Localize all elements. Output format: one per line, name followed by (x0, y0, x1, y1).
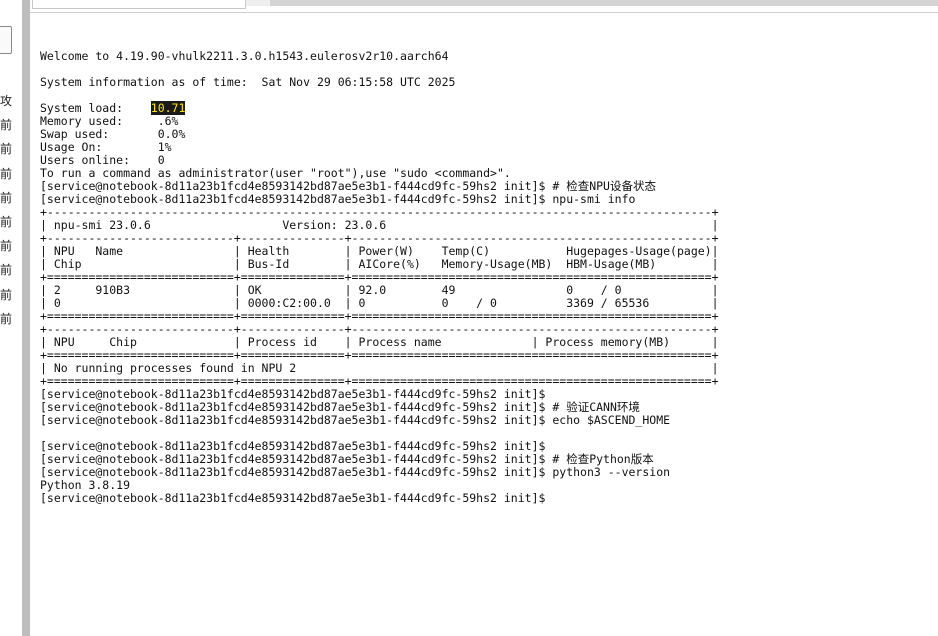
prompt-line-current[interactable]: [service@notebook-8d11a23b1fcd4e8593142b… (40, 492, 930, 505)
tab-terminal[interactable] (32, 0, 246, 9)
prompt-line: [service@notebook-8d11a23b1fcd4e8593142b… (40, 413, 671, 427)
left-panel-label[interactable]: 攻 (0, 92, 22, 116)
prompt-line: [service@notebook-8d11a23b1fcd4e8593142b… (40, 465, 671, 479)
left-panel-label[interactable]: 前 (0, 116, 22, 140)
tab-divider (246, 0, 270, 6)
left-panel-label[interactable]: 前 (0, 310, 22, 334)
system-load-value: 10.71 (150, 101, 186, 115)
left-panel-label[interactable]: 前 (0, 261, 22, 285)
left-panel-label[interactable]: 前 (0, 165, 22, 189)
system-load-label: System load: (40, 101, 151, 115)
left-panel-label[interactable]: 前 (0, 189, 22, 213)
left-panel-button[interactable] (0, 26, 12, 54)
left-panel-label[interactable]: 前 (0, 213, 22, 237)
usage-line: Usage On: 1% (40, 140, 172, 154)
vertical-scrollbar[interactable] (22, 0, 30, 636)
left-panel: 攻 前 前 前 前 前 前 前 前 前 (0, 0, 23, 636)
left-panel-label[interactable]: 前 (0, 286, 22, 310)
left-panel-label[interactable]: 前 (0, 140, 22, 164)
welcome-line: Welcome to 4.19.90-vhulk2211.3.0.h1543.e… (40, 49, 449, 63)
swap-line: Swap used: 0.0% (40, 127, 186, 141)
left-panel-labels: 攻 前 前 前 前 前 前 前 前 前 (0, 92, 22, 334)
sysinfo-line: System information as of time: Sat Nov 2… (40, 75, 456, 89)
terminal-output[interactable]: Welcome to 4.19.90-vhulk2211.3.0.h1543.e… (40, 50, 930, 630)
tab-inactive[interactable] (270, 0, 938, 6)
left-panel-label[interactable]: 前 (0, 237, 22, 261)
